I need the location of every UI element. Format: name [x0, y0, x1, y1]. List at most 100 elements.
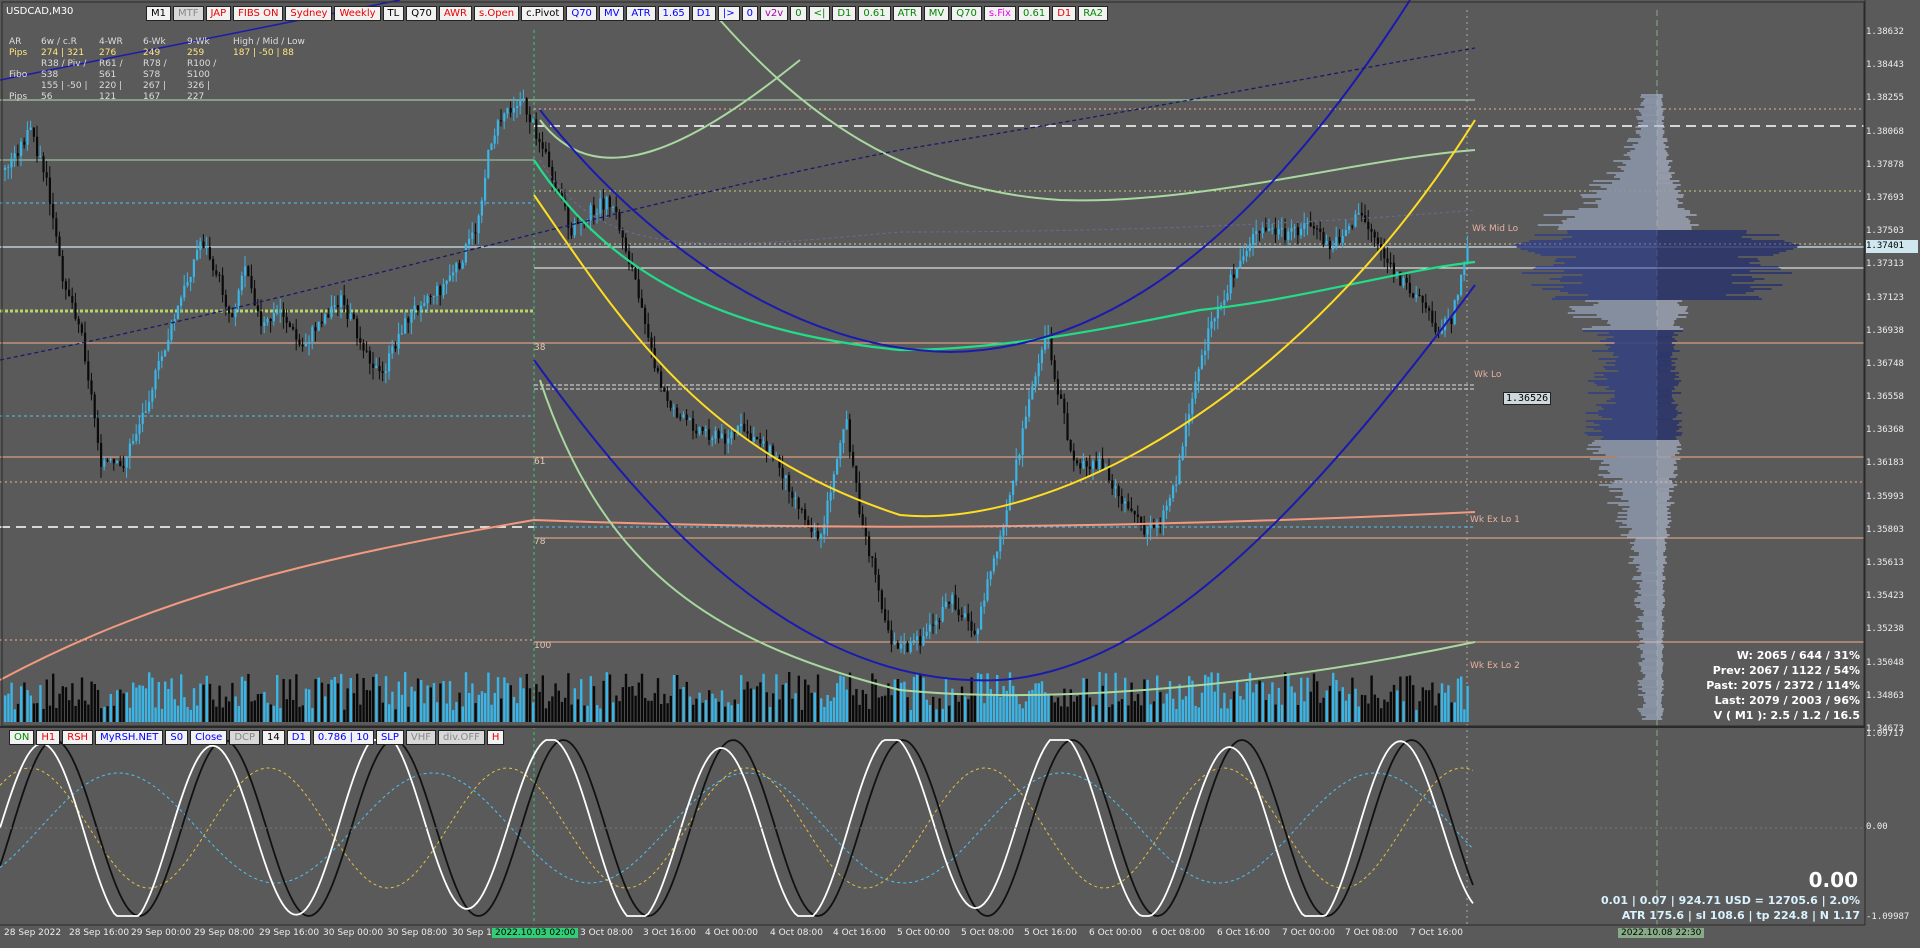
volume-bar: [116, 690, 119, 722]
volume-bar: [631, 686, 634, 722]
osc-toolbar-7-14-button[interactable]: 14: [262, 730, 285, 745]
candle-body: [1373, 231, 1376, 238]
candle-body: [260, 311, 263, 326]
candle-body: [868, 536, 871, 557]
candle-body: [292, 326, 295, 330]
toolbar-26-s-fix-button[interactable]: s.Fix: [983, 6, 1016, 21]
osc-toolbar-3-myrsh-net-button[interactable]: MyRSH.NET: [95, 730, 164, 745]
osc-toolbar-1-h1-button[interactable]: H1: [36, 730, 61, 745]
volume-bar: [269, 704, 272, 722]
volume-bar: [992, 695, 996, 722]
candle-body: [608, 196, 611, 208]
volume-bar: [1092, 706, 1095, 722]
price-axis-label: 1.37503: [1866, 226, 1904, 237]
candle-body: [973, 630, 976, 635]
volume-bar: [1172, 698, 1175, 722]
toolbar-12-mv-button[interactable]: MV: [598, 6, 625, 21]
candle-body: [352, 313, 355, 319]
toolbar-28-d1-button[interactable]: D1: [1052, 6, 1077, 21]
volume-bar: [231, 682, 234, 722]
candle-body: [727, 438, 730, 444]
chart-canvas[interactable]: [0, 0, 1920, 948]
osc-toolbar-8-d1-button[interactable]: D1: [286, 730, 311, 745]
toolbar-23-atr-button[interactable]: ATR: [892, 6, 922, 21]
candle-body: [506, 107, 509, 114]
candle-body: [128, 443, 131, 457]
info-row1-cell: High / Mid / Low: [233, 37, 305, 47]
toolbar-7-q70-button[interactable]: Q70: [406, 6, 437, 21]
volume-bar: [887, 683, 890, 722]
volume-bar: [106, 706, 109, 722]
toolbar-25-q70-button[interactable]: Q70: [951, 6, 982, 21]
toolbar-13-atr-button[interactable]: ATR: [626, 6, 656, 21]
volume-bar: [100, 708, 103, 722]
osc-toolbar-2-rsh-button[interactable]: RSH: [62, 730, 94, 745]
toolbar-20--button[interactable]: <|: [808, 6, 831, 21]
osc-toolbar-0-on-button[interactable]: ON: [9, 730, 35, 745]
toolbar-3-fibs-on-button[interactable]: FIBS ON: [233, 6, 284, 21]
volume-bar: [407, 706, 410, 722]
candle-body: [602, 198, 605, 210]
volume-bar: [1354, 688, 1357, 722]
candle-body: [1287, 231, 1290, 240]
toolbar-27-0-61-button[interactable]: 0.61: [1017, 6, 1051, 21]
toolbar-21-d1-button[interactable]: D1: [832, 6, 857, 21]
volume-bar: [148, 672, 151, 722]
toolbar-17-0-button[interactable]: 0: [741, 6, 758, 21]
toolbar-14-1-65-button[interactable]: 1.65: [657, 6, 690, 21]
osc-toolbar-12-div-off-button[interactable]: div.OFF: [438, 730, 485, 745]
osc-toolbar-11-vhf-button[interactable]: VHF: [405, 730, 437, 745]
time-axis-label: 2022.10.08 22:30: [1618, 928, 1705, 938]
toolbar-15-d1-button[interactable]: D1: [691, 6, 716, 21]
price-axis-label: 1.35423: [1866, 591, 1904, 602]
volume-bar: [1389, 691, 1392, 722]
volume-bar: [413, 691, 416, 722]
candle-body: [1114, 486, 1117, 489]
toolbar-18-v2v-button[interactable]: v2v: [759, 6, 789, 21]
volume-bar: [487, 672, 490, 722]
time-axis-label: 6 Oct 08:00: [1152, 928, 1205, 938]
toolbar-22-0-61-button[interactable]: 0.61: [858, 6, 891, 21]
osc-toolbar-13-h-button[interactable]: H: [486, 730, 505, 745]
candle-body: [938, 620, 941, 622]
candle-body: [548, 151, 551, 167]
volume-bar: [666, 703, 669, 722]
candle-body: [615, 206, 618, 213]
candle-body: [698, 427, 701, 434]
toolbar-1-mtf-button[interactable]: MTF: [173, 6, 204, 21]
toolbar-9-s-open-button[interactable]: s.Open: [473, 6, 520, 21]
toolbar-29-ra2-button[interactable]: RA2: [1078, 6, 1109, 21]
candle-body: [1344, 229, 1347, 237]
toolbar-24-mv-button[interactable]: MV: [923, 6, 950, 21]
toolbar-2-jap-button[interactable]: JAP: [205, 6, 232, 21]
osc-toolbar-10-slp-button[interactable]: SLP: [375, 730, 404, 745]
volume-bar: [928, 705, 932, 722]
toolbar-8-awr-button[interactable]: AWR: [438, 6, 472, 21]
toolbar-19-0-button[interactable]: 0: [790, 6, 807, 21]
candle-body: [1412, 293, 1415, 298]
volume-bar: [400, 694, 404, 722]
candle-body: [858, 482, 861, 515]
toolbar-6-tl-button[interactable]: TL: [382, 6, 405, 21]
candle-body: [125, 456, 128, 468]
osc-toolbar-5-close-button[interactable]: Close: [190, 730, 228, 745]
osc-toolbar-4-s0-button[interactable]: S0: [165, 730, 189, 745]
info-row1-cell: 6-Wk: [143, 37, 166, 47]
osc-toolbar-6-dcp-button[interactable]: DCP: [229, 730, 261, 745]
volume-bar: [125, 692, 128, 722]
toolbar-5-weekly-button[interactable]: Weekly: [334, 6, 381, 21]
volume-bar: [109, 693, 112, 722]
candle-body: [39, 156, 42, 158]
toolbar-16--button[interactable]: |>: [717, 6, 740, 21]
osc-toolbar-9-0-786-10-button[interactable]: 0.786 | 10: [312, 730, 374, 745]
candle-body: [935, 620, 938, 625]
candle-body: [1124, 501, 1127, 504]
toolbar-4-sydney-button[interactable]: Sydney: [285, 6, 333, 21]
volume-bar: [420, 680, 423, 722]
candle-body: [480, 200, 483, 216]
toolbar-10-c-pivot-button[interactable]: c.Pivot: [521, 6, 565, 21]
candle-body: [964, 613, 967, 618]
toolbar-0-m1-button[interactable]: M1: [146, 6, 171, 21]
toolbar-11-q70-button[interactable]: Q70: [566, 6, 597, 21]
time-axis-label: 29 Sep 16:00: [259, 928, 320, 938]
